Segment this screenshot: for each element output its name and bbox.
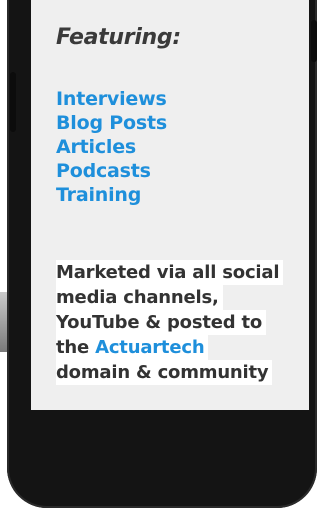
description-line-1: Marketed via all social: [56, 260, 284, 285]
actuartech-brand: Actuartech: [95, 337, 205, 358]
content-types-list: Interviews Blog Posts Articles Podcasts …: [56, 87, 167, 207]
description-line-4-prefix: the: [56, 337, 96, 358]
list-item-podcasts: Podcasts: [56, 160, 151, 182]
phone-screen: Featuring: Interviews Blog Posts Article…: [31, 0, 309, 410]
list-item-blog-posts: Blog Posts: [56, 112, 167, 134]
phone-mockup: Featuring: Interviews Blog Posts Article…: [7, 0, 317, 508]
description-line-4: the Actuartech: [56, 335, 209, 360]
featuring-heading: Featuring:: [56, 25, 181, 50]
power-button: [311, 20, 317, 62]
volume-button: [10, 72, 16, 132]
list-item-interviews: Interviews: [56, 88, 167, 110]
description-line-3: YouTube & posted to: [56, 310, 267, 335]
list-item-training: Training: [56, 184, 142, 206]
description-line-2: media channels,: [56, 285, 223, 310]
list-item-articles: Articles: [56, 136, 137, 158]
marketing-description: Marketed via all social media channels, …: [56, 260, 306, 385]
description-line-5: domain & community: [56, 360, 273, 385]
